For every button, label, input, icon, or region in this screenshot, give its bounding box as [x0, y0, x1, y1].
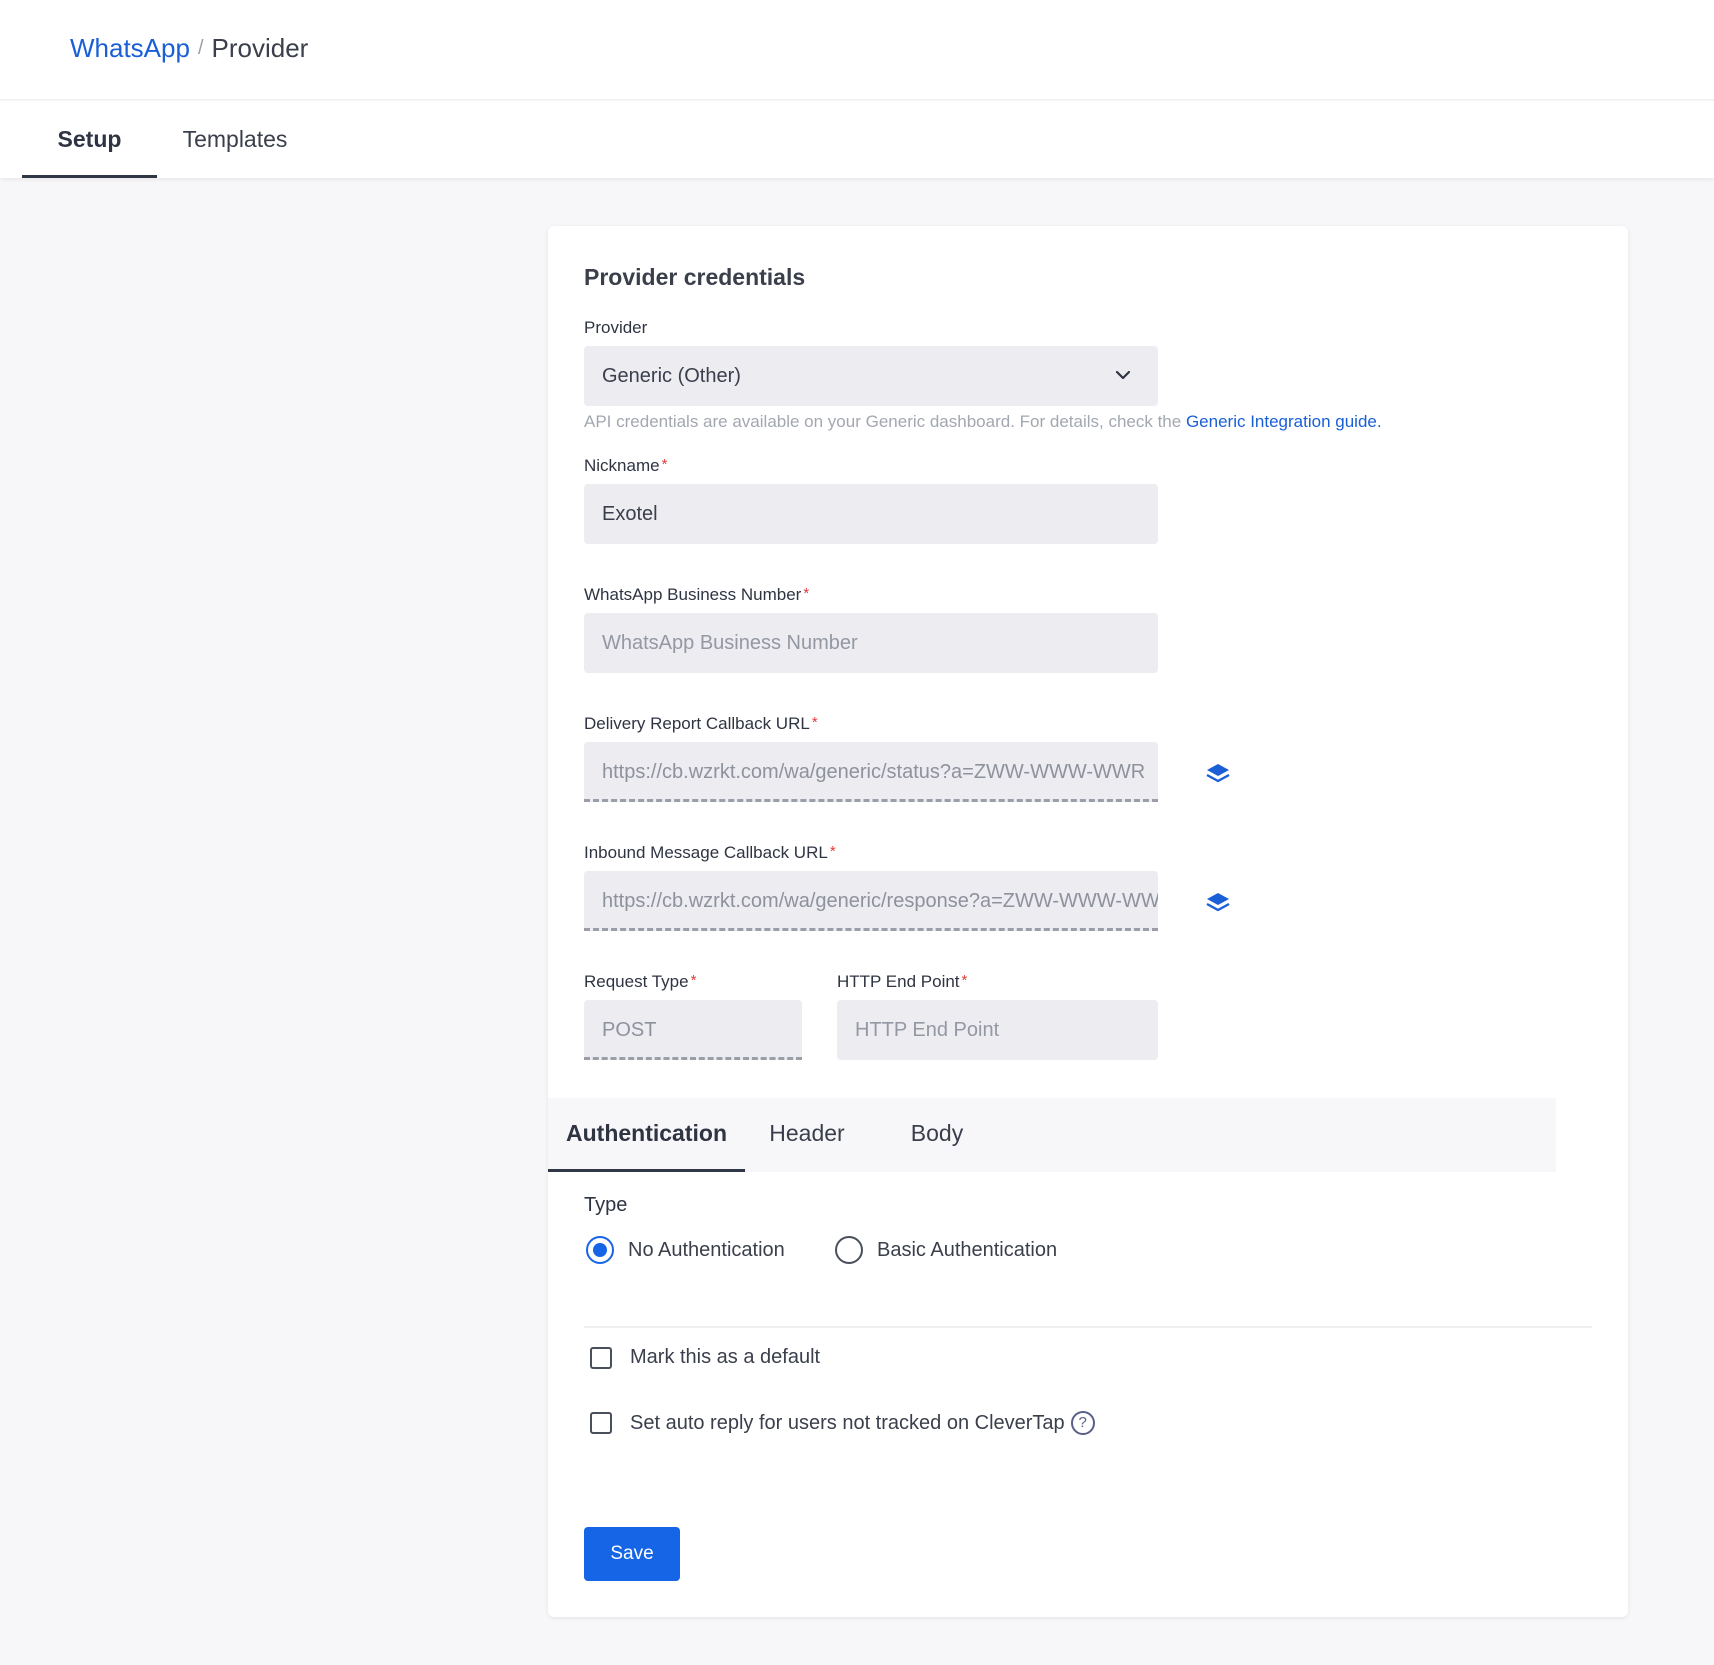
subtab-header[interactable]: Header [757, 1098, 857, 1172]
auto-reply-checkbox[interactable] [590, 1412, 612, 1434]
request-type-value: POST [602, 1019, 657, 1041]
main-tabs: Setup Templates [0, 101, 1714, 178]
generic-integration-guide-link[interactable]: Generic Integration guide. [1186, 412, 1382, 431]
breadcrumb-separator: / [197, 37, 204, 59]
auth-type-label: Type [584, 1194, 628, 1216]
nickname-value: Exotel [602, 503, 658, 525]
breadcrumb-whatsapp-link[interactable]: WhatsApp [70, 30, 190, 66]
top-bar: WhatsApp / Provider [0, 0, 1714, 100]
save-button[interactable]: Save [584, 1527, 680, 1581]
breadcrumb: WhatsApp / Provider [70, 30, 308, 66]
nickname-field[interactable]: Exotel [584, 484, 1158, 544]
auto-reply-row[interactable]: Set auto reply for users not tracked on … [590, 1411, 1095, 1435]
inbound-url-label: Inbound Message Callback URL * [584, 843, 836, 862]
request-type-label: Request Type * [584, 972, 697, 991]
radio-basic-authentication[interactable]: Basic Authentication [835, 1236, 1057, 1264]
radio-button-checked[interactable] [586, 1236, 614, 1264]
chevron-down-icon [1115, 370, 1131, 380]
business-number-label: WhatsApp Business Number * [584, 585, 810, 604]
copy-inbound-url-icon[interactable] [1204, 889, 1232, 917]
page-title: Provider [211, 33, 309, 63]
radio-no-authentication[interactable]: No Authentication [586, 1236, 785, 1264]
copy-delivery-url-icon[interactable] [1204, 760, 1232, 788]
radio-label: No Authentication [628, 1238, 785, 1261]
provider-credentials-card: Provider credentials Provider Generic (O… [548, 226, 1628, 1617]
subtab-authentication[interactable]: Authentication [548, 1098, 745, 1172]
auto-reply-label: Set auto reply for users not tracked on … [630, 1411, 1065, 1434]
mark-default-row[interactable]: Mark this as a default [590, 1346, 820, 1369]
card-title: Provider credentials [584, 264, 806, 290]
provider-select[interactable]: Generic (Other) [584, 346, 1158, 406]
provider-select-value: Generic (Other) [602, 365, 741, 387]
help-icon[interactable]: ? [1070, 1411, 1095, 1435]
radio-button[interactable] [835, 1236, 863, 1264]
delivery-url-value: https://cb.wzrkt.com/wa/generic/status?a… [602, 761, 1146, 783]
provider-label: Provider [584, 318, 648, 337]
provider-helper-text: API credentials are available on your Ge… [584, 412, 1382, 431]
http-endpoint-label: HTTP End Point * [837, 972, 968, 991]
business-number-field[interactable] [584, 613, 1158, 673]
inbound-url-value: https://cb.wzrkt.com/wa/generic/response… [602, 890, 1158, 912]
tab-setup[interactable]: Setup [22, 101, 157, 178]
business-number-input[interactable] [602, 632, 1158, 655]
request-subtabs: Authentication Header Body [548, 1098, 1556, 1172]
mark-default-checkbox[interactable] [590, 1346, 612, 1369]
subtab-body[interactable]: Body [896, 1098, 978, 1172]
nickname-label: Nickname * [584, 456, 668, 475]
delivery-url-label: Delivery Report Callback URL * [584, 714, 818, 733]
delivery-url-field: https://cb.wzrkt.com/wa/generic/status?a… [584, 742, 1158, 802]
tab-templates[interactable]: Templates [170, 101, 300, 178]
request-type-field: POST [584, 1000, 802, 1060]
inbound-url-field: https://cb.wzrkt.com/wa/generic/response… [584, 871, 1158, 931]
mark-default-label: Mark this as a default [630, 1346, 821, 1368]
http-endpoint-input[interactable] [855, 1019, 1158, 1042]
http-endpoint-field[interactable] [837, 1000, 1158, 1060]
radio-label: Basic Authentication [877, 1238, 1058, 1261]
divider [584, 1326, 1592, 1328]
